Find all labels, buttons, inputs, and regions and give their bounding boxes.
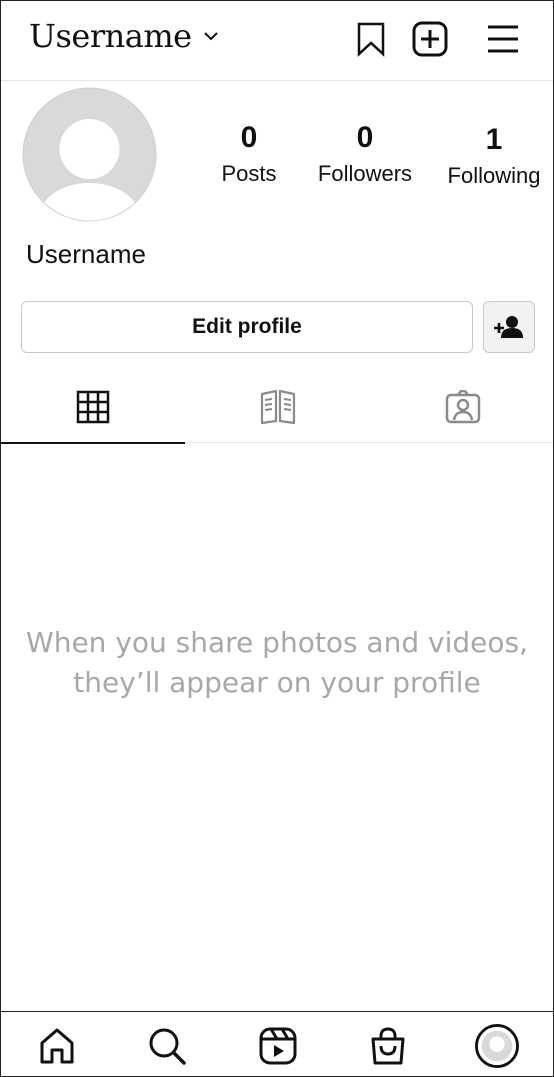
empty-state-message: When you share photos and videos, they’l… [1,623,553,703]
shop-icon [371,1027,405,1065]
empty-state-line-1: When you share photos and videos, [26,626,528,659]
followers-count: 0 [356,121,374,154]
nav-profile[interactable] [475,1024,519,1068]
home-icon [40,1028,74,1064]
discover-people-button[interactable] [483,301,535,353]
following-count: 1 [485,123,503,156]
tab-guides[interactable] [186,371,370,443]
empty-state-line-2: they’ll appear on your profile [73,666,481,699]
nav-search[interactable] [145,1024,189,1068]
chevron-down-icon [203,32,218,41]
nav-shop[interactable] [366,1024,410,1068]
grid-icon [76,390,110,424]
top-header: Username [1,1,553,81]
posts-count: 0 [240,121,258,154]
add-post-icon[interactable] [412,21,448,57]
stat-posts[interactable]: 0 Posts [189,121,309,187]
followers-label: Followers [317,161,413,186]
book-icon [260,390,296,424]
add-person-icon [494,316,523,338]
content-tabs [1,371,553,444]
menu-icon[interactable] [485,21,521,57]
profile-display-name: Username [26,239,146,269]
tab-grid[interactable] [1,371,185,444]
header-username: Username [29,17,192,55]
edit-profile-button[interactable]: Edit profile [21,301,473,353]
profile-screen: Username 0 Posts 0 Followers 1 Following… [0,0,554,1077]
profile-avatar [475,1024,519,1068]
following-label: Following [447,163,541,188]
posts-label: Posts [221,161,277,186]
bookmark-icon[interactable] [353,21,389,57]
stat-followers[interactable]: 0 Followers [305,121,425,187]
username-switcher[interactable]: Username [29,17,220,55]
profile-avatar-large[interactable] [22,87,157,222]
nav-home[interactable] [35,1024,79,1068]
tab-tagged[interactable] [371,371,553,443]
stat-following[interactable]: 1 Following [434,121,553,189]
search-icon [149,1028,186,1065]
reels-icon [259,1027,297,1065]
nav-reels[interactable] [256,1024,300,1068]
tagged-person-icon [445,390,481,424]
bottom-navigation [1,1011,553,1076]
